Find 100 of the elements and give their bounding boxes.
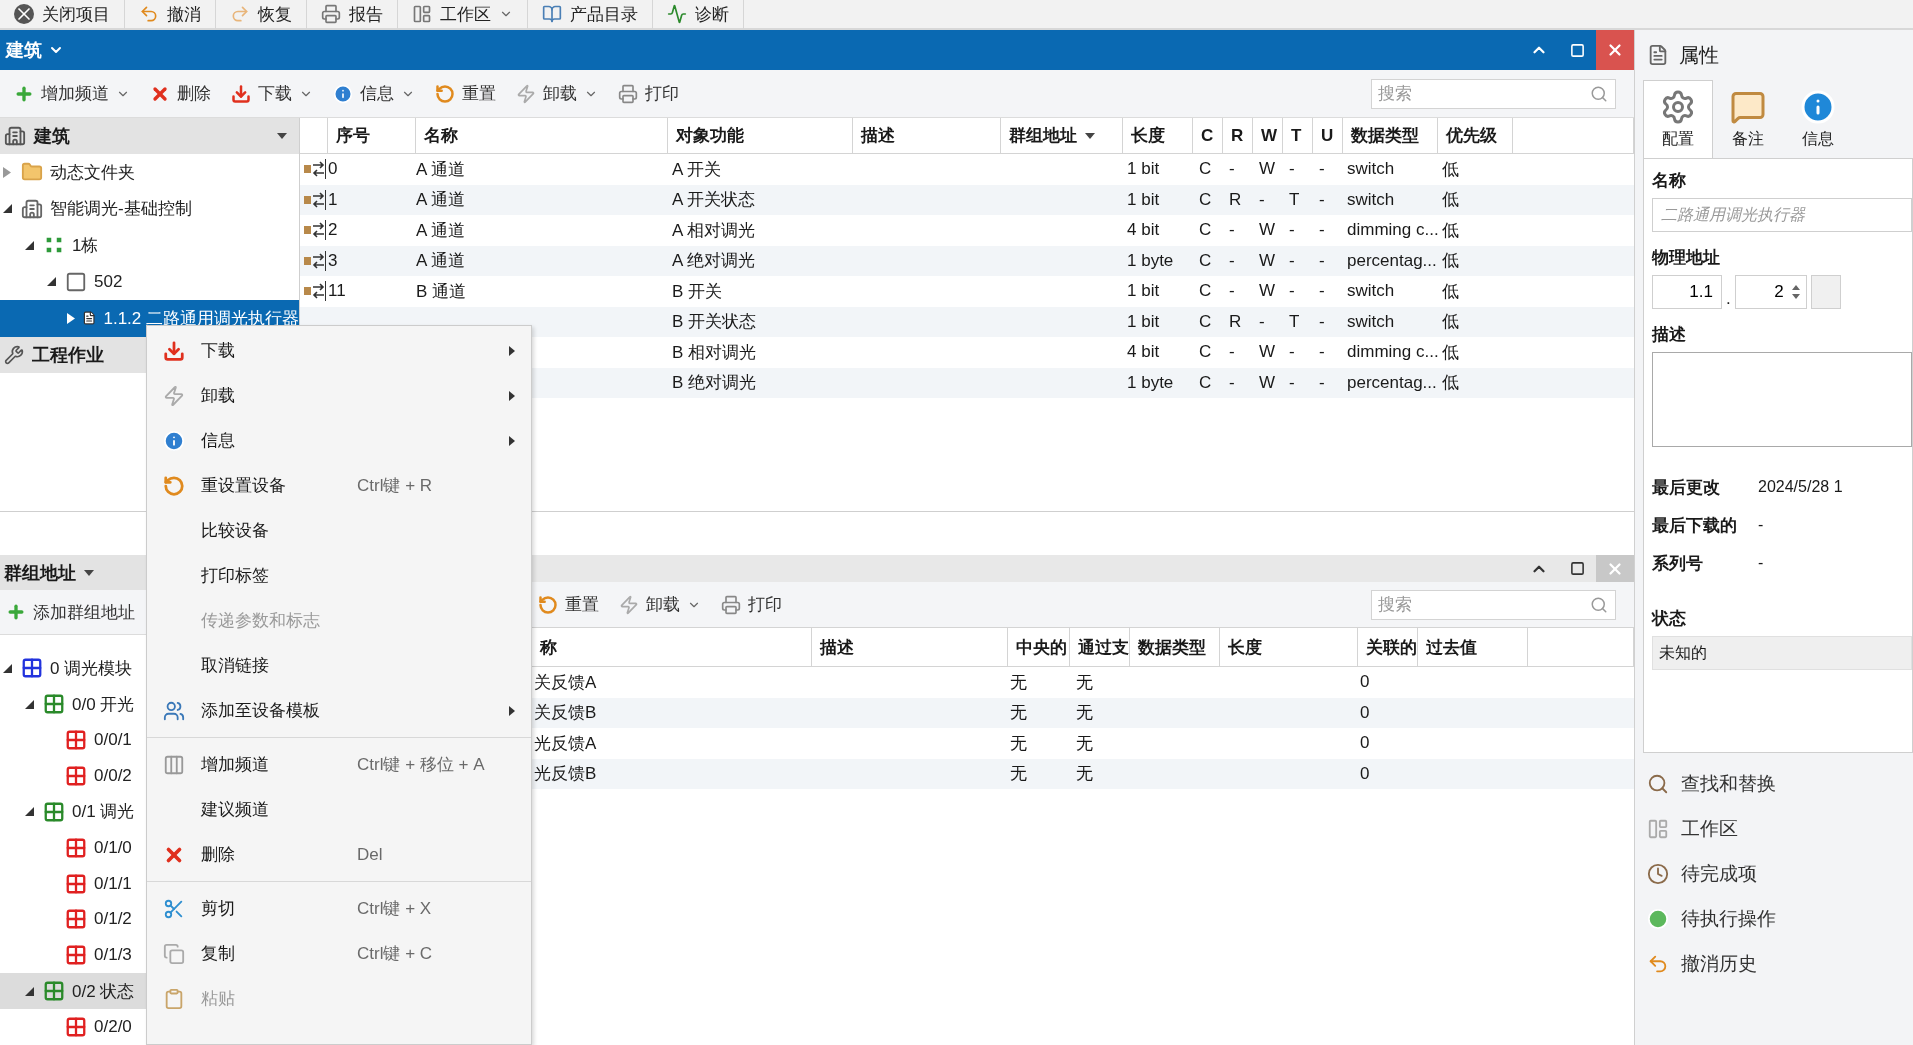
table-cell-text: - — [1318, 341, 1326, 364]
table-cell-text: 11 — [328, 280, 347, 303]
table-cell-text: 光反馈B — [533, 763, 598, 786]
table-cell-text: A 通道 — [416, 189, 467, 212]
table-cell-text: 0 — [328, 158, 339, 181]
tree-label: 0/1/3 — [94, 945, 132, 966]
table-cell-text: 无 — [1009, 702, 1028, 725]
table-cell-text: 0 — [1359, 701, 1371, 724]
table-cell-text: dimming c... — [1346, 341, 1438, 364]
tree-label: 0/0/1 — [94, 730, 132, 751]
table-cell-text: 低 — [1441, 158, 1460, 181]
table-cell-text: - — [1318, 219, 1326, 242]
table-cell-text: percentag... — [1346, 371, 1438, 394]
table-cell-text: 低 — [1441, 372, 1460, 395]
table-cell-text: - — [1258, 310, 1266, 333]
table-cell-text: R — [1228, 310, 1243, 333]
tree-label: 0/0 开光 — [72, 693, 135, 716]
table-cell-text: switch — [1346, 158, 1396, 181]
table-cell-text: 低 — [1441, 250, 1460, 273]
tree-label: 智能调光-基础控制 — [50, 198, 192, 221]
pane-title: 工程作业 — [32, 343, 104, 367]
table-cell-text: - — [1318, 188, 1326, 211]
table-cell-text: T — [1288, 310, 1301, 333]
table-cell-text: - — [1228, 341, 1236, 364]
table-cell-text: - — [1258, 188, 1266, 211]
table-cell-text: W — [1258, 371, 1277, 394]
table-cell-text: 1 bit — [1126, 310, 1161, 333]
table-cell-text: B 开关状态 — [671, 311, 758, 334]
table-cell-text: T — [1288, 188, 1301, 211]
table-cell-text: - — [1288, 219, 1296, 242]
table-cell-text: 无 — [1075, 732, 1094, 755]
field-label: 系列号 — [1652, 552, 1704, 575]
table-cell-text: A 相对调光 — [671, 219, 757, 242]
table-cell-text: - — [1318, 158, 1326, 181]
table-cell-text: 4 bit — [1126, 219, 1161, 242]
table-cell-text: 低 — [1441, 219, 1460, 242]
table-cell-text: 2 — [328, 219, 339, 242]
table-cell-text: 低 — [1441, 280, 1460, 303]
table-cell-text: 低 — [1441, 189, 1460, 212]
table-cell-text: A 通道 — [416, 219, 467, 242]
field-value: - — [1758, 516, 1765, 534]
table-cell-text: A 开关 — [671, 158, 723, 181]
table-cell-text: - — [1228, 371, 1236, 394]
table-cell-text: 关反馈A — [533, 671, 598, 694]
field-label: 描述 — [1652, 324, 1687, 346]
table-cell-text: 光反馈A — [533, 732, 598, 755]
table-cell-text: 1 bit — [1126, 188, 1161, 211]
tree-label: 0/2 状态 — [72, 980, 135, 1003]
table-cell-text: 0 — [1359, 732, 1371, 755]
table-cell-text: B 相对调光 — [671, 341, 758, 364]
status-field: 未知的 — [1652, 636, 1912, 670]
table-cell-text: A 开关状态 — [671, 189, 757, 212]
table-cell-text: 0 — [1359, 671, 1371, 694]
pane-title: 建筑 — [34, 125, 70, 148]
table-cell-text: C — [1198, 219, 1213, 242]
table-cell-text: R — [1228, 188, 1243, 211]
table-cell-text: 4 bit — [1126, 341, 1161, 364]
table-cell-text: A 通道 — [416, 158, 467, 181]
tree-label: 1栋 — [72, 234, 99, 257]
table-cell-text: B 通道 — [416, 280, 468, 303]
tree-label: 0/1/1 — [94, 873, 132, 894]
tree-label: 0/1/2 — [94, 909, 132, 930]
table-cell-text: dimming c... — [1346, 219, 1438, 242]
table-cell-text: - — [1288, 341, 1296, 364]
table-cell-text: - — [1288, 371, 1296, 394]
table-cell-text: 低 — [1441, 311, 1460, 334]
table-cell-text: 无 — [1009, 763, 1028, 786]
tree-label: 动态文件夹 — [50, 161, 135, 184]
tree-label: 0/0/2 — [94, 765, 132, 786]
table-cell-text: - — [1228, 158, 1236, 181]
tree-label: 0/1/0 — [94, 837, 132, 858]
table-cell-text: A 绝对调光 — [671, 250, 757, 273]
table-cell-text: A 通道 — [416, 250, 467, 273]
table-cell-text: W — [1258, 158, 1277, 181]
table-cell-text: - — [1318, 249, 1326, 272]
field-value: 2024/5/28 1 — [1758, 478, 1844, 496]
table-cell-text: B 绝对调光 — [671, 372, 758, 395]
table-cell-text: 无 — [1009, 732, 1028, 755]
table-cell-text: - — [1318, 280, 1326, 303]
tree-label: 0/1 调光 — [72, 801, 135, 824]
table-cell-text: 1 byte — [1126, 249, 1175, 272]
table-cell-text: 1 — [328, 188, 339, 211]
table-cell-text: - — [1228, 219, 1236, 242]
field-label: 状态 — [1652, 608, 1687, 630]
tree-label: 0/2/0 — [94, 1017, 132, 1038]
table-cell-text: C — [1198, 371, 1213, 394]
table-cell-text: C — [1198, 188, 1213, 211]
field-label: 名称 — [1652, 170, 1687, 192]
table-cell-text: C — [1198, 158, 1213, 181]
panel-title: 属性 — [1679, 42, 1719, 68]
table-cell-text: W — [1258, 341, 1277, 364]
table-cell-text: C — [1198, 310, 1213, 333]
table-cell-text: - — [1318, 371, 1326, 394]
table-cell-text: 1 bit — [1126, 158, 1161, 181]
table-cell-text: 关反馈B — [533, 702, 598, 725]
table-cell-text: percentag... — [1346, 249, 1438, 272]
table-cell-text: switch — [1346, 310, 1396, 333]
table-cell-text: - — [1288, 280, 1296, 303]
table-cell-text: 3 — [328, 249, 339, 272]
field-label: 物理地址 — [1652, 247, 1721, 269]
